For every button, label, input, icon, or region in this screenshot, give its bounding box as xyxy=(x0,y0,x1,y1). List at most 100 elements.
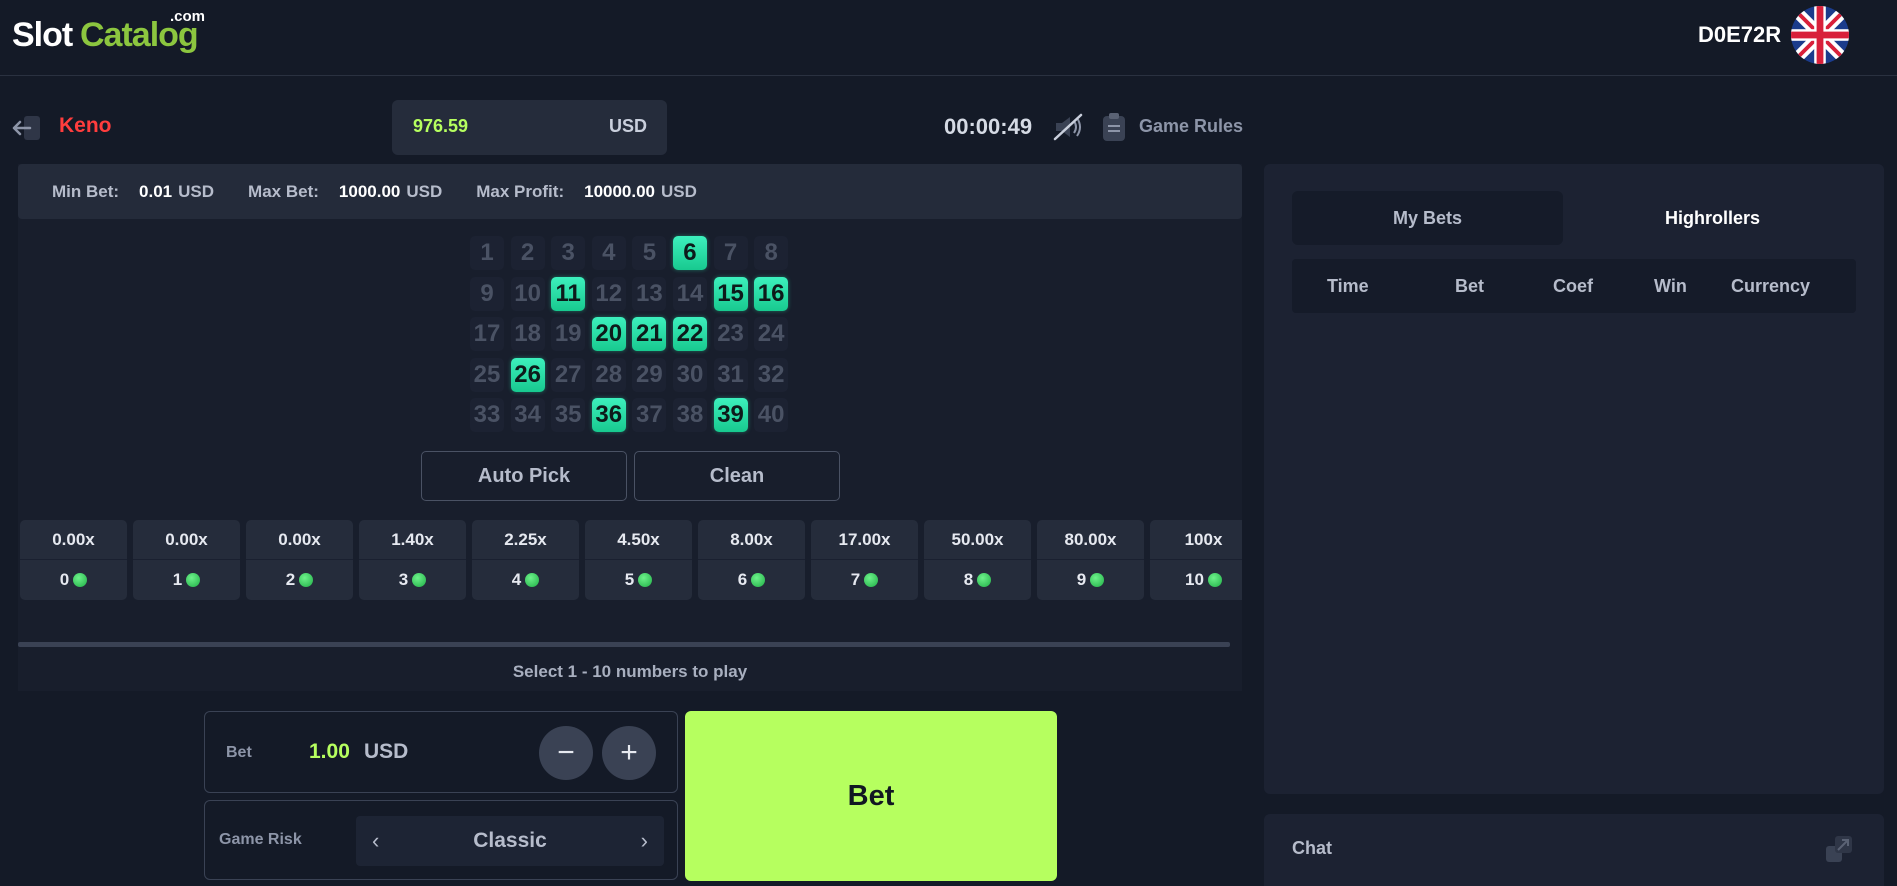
payout-item: 4.50x 5 xyxy=(585,520,692,600)
keno-number-cell[interactable]: 7 xyxy=(713,236,748,270)
keno-number-cell[interactable]: 9 xyxy=(470,276,504,311)
keno-number-cell[interactable]: 36 xyxy=(591,398,626,433)
risk-next-arrow-icon[interactable]: › xyxy=(641,828,648,854)
back-arrow-icon[interactable] xyxy=(12,114,44,142)
bet-label: Bet xyxy=(226,744,252,761)
payout-hits-count: 4 xyxy=(511,570,522,589)
game-risk-control: Game Risk ‹ Classic › xyxy=(204,800,678,880)
keno-number-cell[interactable]: 11 xyxy=(551,276,586,311)
keno-number-cell[interactable]: 24 xyxy=(754,317,789,352)
keno-number-cell[interactable]: 15 xyxy=(713,276,748,311)
keno-number-cell[interactable]: 1 xyxy=(470,236,504,270)
keno-number-cell[interactable]: 18 xyxy=(510,317,545,352)
keno-number-cell[interactable]: 6 xyxy=(672,236,707,270)
payout-multiplier: 0.00x xyxy=(246,520,353,560)
max-profit-value: 10000.00 xyxy=(584,181,656,201)
payout-item: 100x 10 xyxy=(1150,520,1242,600)
green-ball-icon xyxy=(1090,573,1105,587)
keno-number-cell[interactable]: 22 xyxy=(672,317,707,352)
payout-multiplier: 17.00x xyxy=(811,520,918,560)
keno-number-cell[interactable]: 38 xyxy=(672,398,707,433)
keno-number-cell[interactable]: 31 xyxy=(713,357,748,392)
balance-value: 976.59 xyxy=(413,116,469,136)
game-risk-selector: ‹ Classic › xyxy=(356,816,664,866)
session-timer: 00:00:49 xyxy=(944,114,1033,139)
keno-number-cell[interactable]: 8 xyxy=(754,236,789,270)
payout-hits: 4 xyxy=(472,560,579,600)
payout-hits-count: 5 xyxy=(624,570,635,589)
keno-number-cell[interactable]: 35 xyxy=(551,398,586,433)
payout-item: 17.00x 7 xyxy=(811,520,918,600)
min-bet-currency: USD xyxy=(178,181,215,201)
keno-number-cell[interactable]: 12 xyxy=(591,276,626,311)
payout-item: 8.00x 6 xyxy=(698,520,805,600)
payout-multiplier: 50.00x xyxy=(924,520,1031,560)
keno-number-cell[interactable]: 32 xyxy=(754,357,789,392)
clipboard-icon[interactable] xyxy=(1102,112,1126,142)
keno-number-cell[interactable]: 30 xyxy=(672,357,707,392)
sound-muted-icon[interactable] xyxy=(1052,112,1086,142)
min-bet-value: 0.01 xyxy=(139,181,173,201)
payout-multiplier: 100x xyxy=(1150,520,1242,560)
chat-panel[interactable]: Chat xyxy=(1264,814,1884,886)
payout-multiplier: 80.00x xyxy=(1037,520,1144,560)
payout-item: 80.00x 9 xyxy=(1037,520,1144,600)
keno-number-cell[interactable]: 10 xyxy=(510,276,545,311)
bets-history-panel: My Bets Highrollers Time Bet Coef Win Cu… xyxy=(1264,164,1884,794)
keno-number-cell[interactable]: 14 xyxy=(672,276,707,311)
tab-my-bets[interactable]: My Bets xyxy=(1292,191,1563,245)
max-bet-limit: Max Bet: 1000.00 USD xyxy=(248,182,442,202)
keno-number-cell[interactable]: 28 xyxy=(591,357,626,392)
green-ball-icon xyxy=(73,573,88,587)
place-bet-button[interactable]: Bet xyxy=(685,711,1057,881)
tab-highrollers[interactable]: Highrollers xyxy=(1577,191,1848,245)
keno-number-cell[interactable]: 3 xyxy=(551,236,586,270)
max-bet-value: 1000.00 xyxy=(338,181,401,201)
payout-table: 0.00x 0 0.00x 1 0.00x 2 1.40x 3 2.25x 4 4.50x 5 8.00… xyxy=(20,520,1242,600)
payout-item: 0.00x 0 xyxy=(20,520,127,600)
keno-number-cell[interactable]: 13 xyxy=(632,276,667,311)
keno-number-cell[interactable]: 20 xyxy=(591,317,626,352)
green-ball-icon xyxy=(186,573,201,587)
column-win: Win xyxy=(1654,276,1687,296)
keno-number-cell[interactable]: 16 xyxy=(754,276,789,311)
keno-number-cell[interactable]: 33 xyxy=(470,398,504,433)
auto-pick-button[interactable]: Auto Pick xyxy=(421,451,627,501)
keno-number-cell[interactable]: 37 xyxy=(632,398,667,433)
game-rules-link[interactable]: Game Rules xyxy=(1139,116,1243,137)
keno-number-cell[interactable]: 5 xyxy=(632,236,667,270)
keno-number-cell[interactable]: 29 xyxy=(632,357,667,392)
payout-hits: 9 xyxy=(1037,560,1144,600)
expand-icon[interactable] xyxy=(1824,834,1854,864)
keno-number-cell[interactable]: 39 xyxy=(713,398,748,433)
logo[interactable]: Slot Catalog .com xyxy=(12,8,212,54)
payout-hits: 3 xyxy=(359,560,466,600)
bet-amount-input[interactable]: 1.00 xyxy=(309,740,350,764)
keno-number-cell[interactable]: 21 xyxy=(632,317,667,352)
keno-number-cell[interactable]: 27 xyxy=(551,357,586,392)
payout-multiplier: 8.00x xyxy=(698,520,805,560)
column-currency: Currency xyxy=(1731,276,1811,296)
min-bet-limit: Min Bet: 0.01 USD xyxy=(52,182,214,202)
keno-number-cell[interactable]: 26 xyxy=(510,357,545,392)
increase-bet-button[interactable]: + xyxy=(602,726,656,780)
decrease-bet-button[interactable]: − xyxy=(539,726,593,780)
keno-number-cell[interactable]: 40 xyxy=(754,398,789,433)
payout-scroll-track[interactable] xyxy=(18,642,1230,647)
keno-number-cell[interactable]: 17 xyxy=(470,317,504,352)
min-bet-label: Min Bet: xyxy=(52,181,120,201)
keno-number-cell[interactable]: 2 xyxy=(510,236,545,270)
keno-number-cell[interactable]: 23 xyxy=(713,317,748,352)
payout-hits: 6 xyxy=(698,560,805,600)
uk-flag-icon[interactable] xyxy=(1791,6,1849,64)
keno-number-cell[interactable]: 25 xyxy=(470,357,504,392)
green-ball-icon xyxy=(412,573,427,587)
green-ball-icon xyxy=(638,573,653,587)
keno-number-cell[interactable]: 34 xyxy=(510,398,545,433)
payout-hits-count: 7 xyxy=(850,570,861,589)
username[interactable]: D0E72R xyxy=(1698,22,1781,48)
keno-number-cell[interactable]: 4 xyxy=(591,236,626,270)
top-bar: Slot Catalog .com D0E72R xyxy=(0,0,1897,76)
keno-number-cell[interactable]: 19 xyxy=(551,317,586,352)
clean-button[interactable]: Clean xyxy=(634,451,840,501)
